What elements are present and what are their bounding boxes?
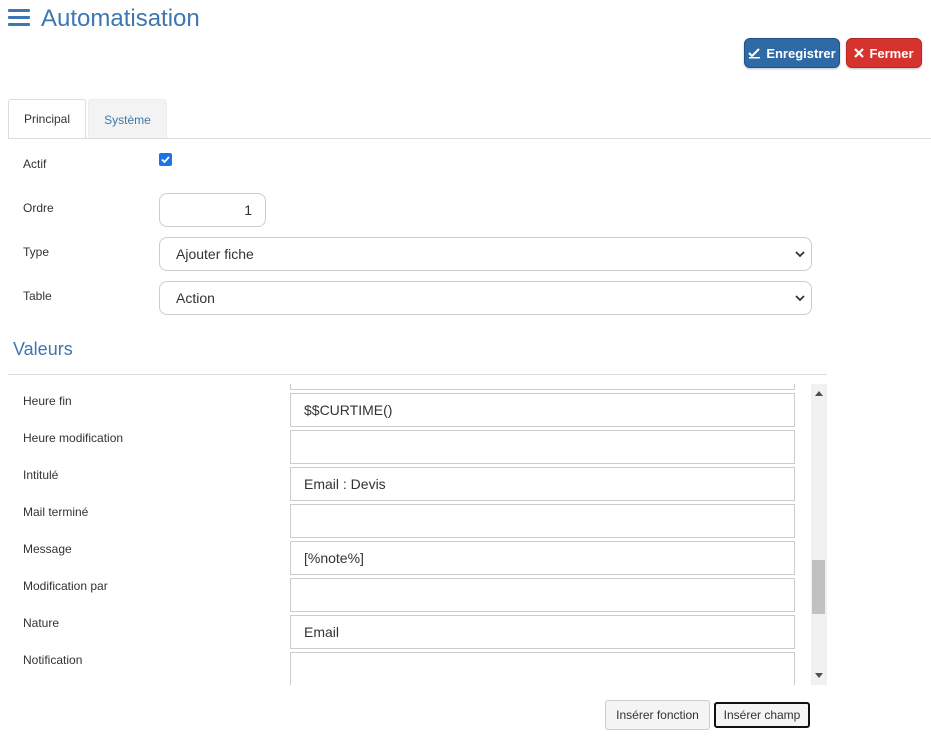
ordre-label: Ordre [23,201,54,215]
value-label: Mail terminé [23,505,89,519]
scroll-down-icon[interactable] [811,669,827,683]
value-input-partial[interactable] [290,384,795,390]
table-select-value: Action [176,290,215,306]
type-label: Type [23,245,50,259]
save-label: Enregistrer [766,45,836,61]
value-input[interactable]: $$CURTIME() [290,393,795,427]
value-label: Nature [23,616,60,630]
page-title: Automatisation [41,5,200,32]
value-input[interactable]: [%note%] [290,541,795,575]
actif-checkbox[interactable] [159,153,172,166]
table-select[interactable]: Action [159,281,812,315]
actif-label: Actif [23,157,47,171]
value-input[interactable]: Email [290,615,795,649]
tabs-divider [8,138,931,139]
value-input[interactable] [290,578,795,612]
valeurs-section-title: Valeurs [13,339,73,359]
ordre-input[interactable]: 1 [159,193,266,227]
value-label: Notification [23,653,83,667]
value-input[interactable] [290,504,795,538]
value-label: Intitulé [23,468,59,482]
value-input[interactable]: Email : Devis [290,467,795,501]
scrollbar-thumb[interactable] [812,560,825,614]
valeurs-divider [8,374,827,375]
checkbox-check-icon [161,156,170,164]
table-label: Table [23,289,52,303]
value-label: Heure fin [23,394,72,408]
value-input[interactable] [290,652,795,685]
tab-systeme-label: Système [104,112,151,127]
save-check-icon [748,48,761,59]
type-select-value: Ajouter fiche [176,246,254,262]
value-label: Heure modification [23,431,124,445]
value-input[interactable] [290,430,795,464]
scroll-up-icon[interactable] [811,386,827,400]
menu-icon[interactable] [8,9,30,27]
tab-systeme[interactable]: Système [88,99,167,139]
close-x-icon [854,48,865,58]
save-button[interactable]: Enregistrer [744,38,840,68]
chevron-down-icon [795,251,805,258]
type-select[interactable]: Ajouter fiche [159,237,812,271]
values-scrollbar[interactable] [811,384,827,685]
insert-function-button[interactable]: Insérer fonction [605,700,710,730]
tab-principal[interactable]: Principal [8,99,86,139]
tab-principal-label: Principal [23,112,71,126]
value-label: Message [23,542,72,556]
close-button[interactable]: Fermer [846,38,922,68]
close-label: Fermer [869,45,914,61]
header: Automatisation Enregistrer Fermer [0,0,931,90]
value-label: Modification par [23,579,108,593]
values-scroll-area[interactable]: Heure fin $$CURTIME() Heure modification… [8,384,827,685]
insert-field-button[interactable]: Insérer champ [714,702,810,728]
chevron-down-icon [795,295,805,302]
